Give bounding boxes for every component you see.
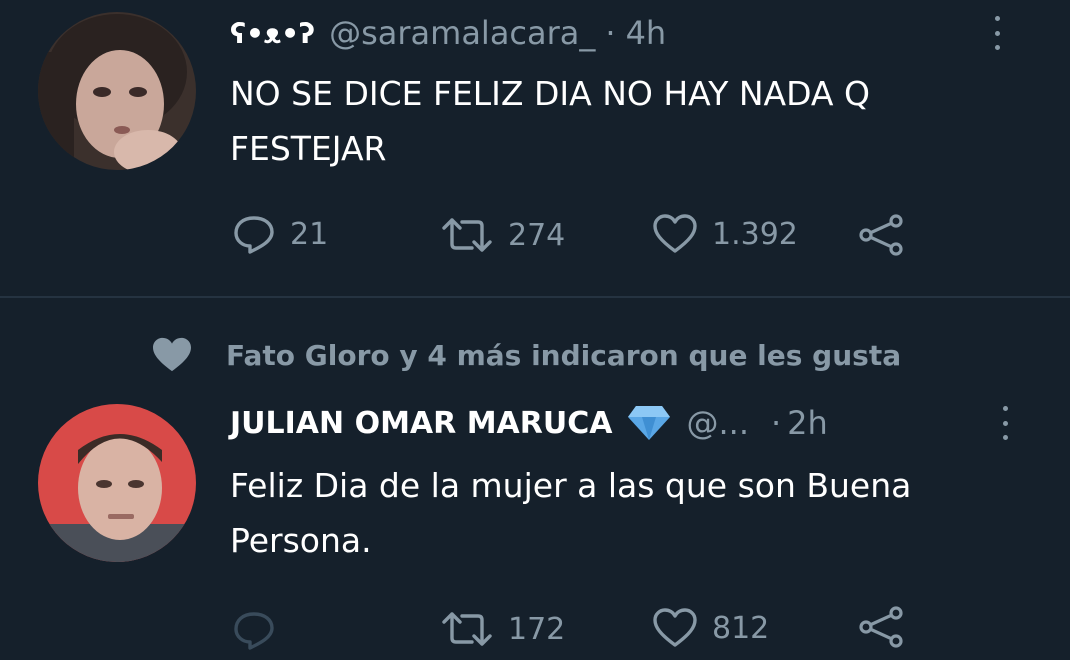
avatar[interactable] [38, 12, 196, 170]
like-button[interactable]: 812 [652, 608, 769, 648]
share-icon [859, 606, 903, 648]
tweet-text-line: Persona. [230, 521, 372, 560]
timestamp[interactable]: 4h [626, 14, 667, 52]
separator: · [770, 404, 782, 442]
more-options-icon[interactable] [992, 16, 1002, 50]
share-button[interactable] [858, 214, 906, 256]
reply-button[interactable] [232, 610, 276, 650]
reply-icon [234, 612, 274, 650]
reply-count: 21 [290, 216, 329, 252]
share-icon [859, 214, 903, 256]
heart-icon [653, 214, 697, 253]
like-count: 1.392 [712, 216, 798, 252]
heart-icon [653, 608, 697, 647]
more-options-icon[interactable] [1000, 406, 1010, 440]
share-button[interactable] [858, 606, 906, 648]
tweet-2[interactable]: JULIAN OMAR MARUCA @... · 2h Feliz Dia d… [0, 300, 1070, 660]
like-count: 812 [712, 610, 770, 646]
user-handle[interactable]: @saramalacara_ [329, 14, 595, 52]
separator: · [605, 14, 616, 52]
user-handle[interactable]: @... [686, 404, 749, 442]
tweet-text-line: FESTEJAR [230, 129, 387, 168]
tweet-1[interactable]: ʕ•ᴥ•ʔ @saramalacara_ · 4h NO SE DICE FEL… [0, 0, 1070, 296]
tweet-header: JULIAN OMAR MARUCA @... · 2h [230, 404, 828, 442]
reply-icon [234, 216, 274, 254]
like-button[interactable]: 1.392 [652, 214, 798, 254]
avatar[interactable] [38, 404, 196, 562]
reply-button[interactable]: 21 [232, 214, 328, 254]
tweet-text: NO SE DICE FELIZ DIA NO HAY NADA Q FESTE… [230, 66, 870, 176]
retweet-button[interactable]: 172 [440, 610, 565, 648]
tweet-text-line: Feliz Dia de la mujer a las que son Buen… [230, 466, 912, 505]
tweet-header: ʕ•ᴥ•ʔ @saramalacara_ · 4h [230, 14, 666, 52]
diamond-icon [628, 406, 671, 440]
retweet-icon [442, 612, 492, 646]
tweet-divider [0, 296, 1070, 298]
display-name[interactable]: ʕ•ᴥ•ʔ [230, 17, 315, 50]
display-name[interactable]: JULIAN OMAR MARUCA [230, 406, 612, 441]
timestamp[interactable]: 2h [787, 404, 828, 442]
retweet-button[interactable]: 274 [440, 216, 565, 254]
tweet-text-line: NO SE DICE FELIZ DIA NO HAY NADA Q [230, 74, 870, 113]
tweet-text: Feliz Dia de la mujer a las que son Buen… [230, 458, 911, 568]
retweet-icon [442, 218, 492, 252]
retweet-count: 274 [508, 217, 566, 253]
retweet-count: 172 [508, 611, 566, 647]
